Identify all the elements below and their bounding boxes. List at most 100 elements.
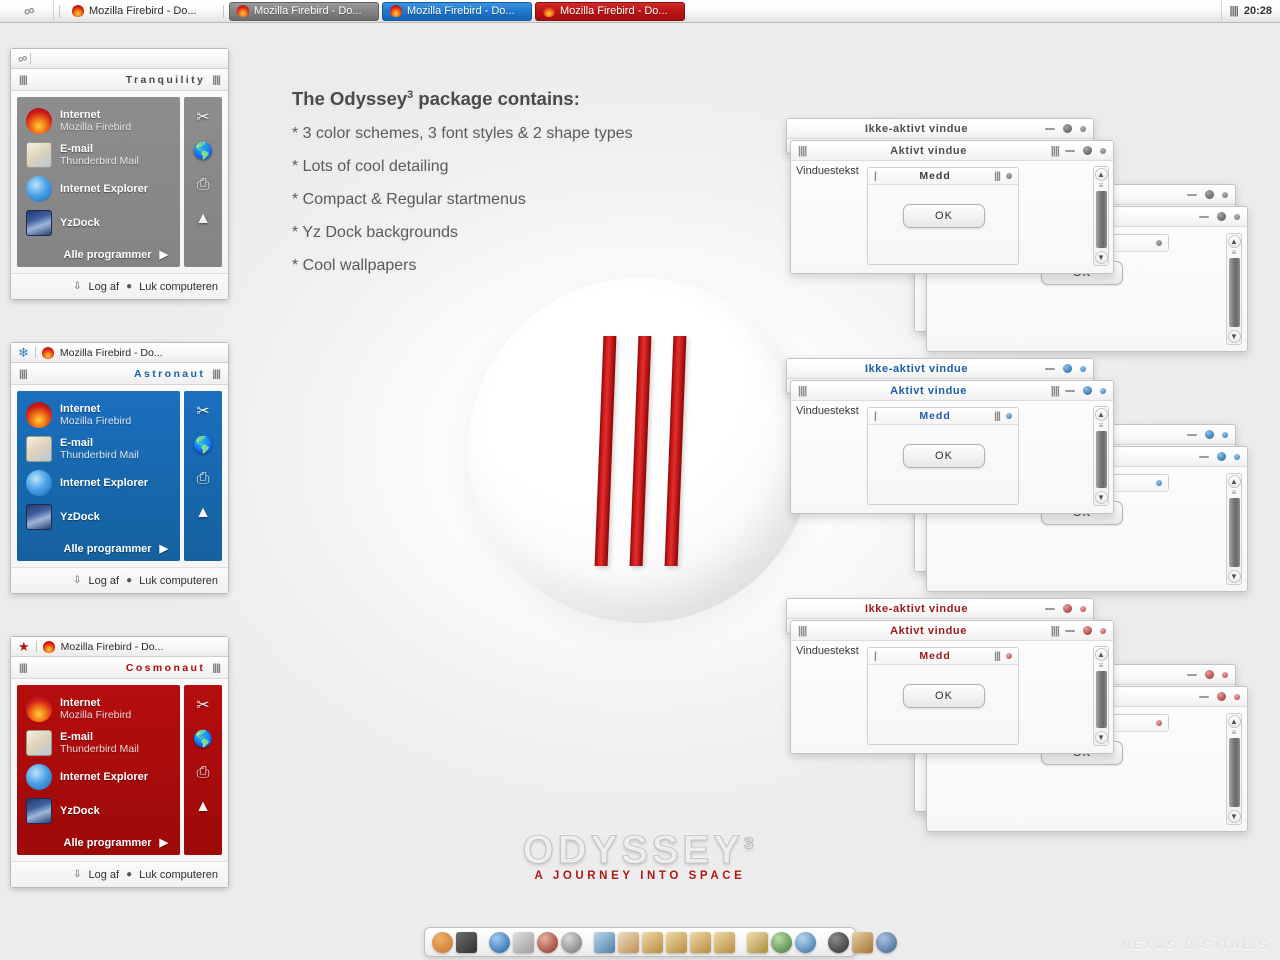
- startmenu-item-ie[interactable]: Internet Explorer: [23, 467, 174, 499]
- smiley-icon[interactable]: [561, 931, 582, 953]
- close-icon[interactable]: [1222, 431, 1228, 438]
- scroll-down-icon[interactable]: ▼: [1227, 330, 1241, 343]
- startmenu-astronaut[interactable]: ❄ Mozilla Firebird - Do... |||| Astronau…: [10, 342, 229, 594]
- media-icon[interactable]: [771, 931, 792, 953]
- inner-dialog-titlebar[interactable]: | Medd |||: [868, 408, 1018, 425]
- font-icon[interactable]: [537, 931, 558, 953]
- minimize-icon[interactable]: [1045, 607, 1055, 610]
- scrollbar[interactable]: ▲ ≡ ▼: [1093, 166, 1109, 266]
- scroll-down-icon[interactable]: ▼: [1094, 731, 1108, 744]
- startmenu-item-ie[interactable]: Internet Explorer: [23, 761, 174, 793]
- startmenu-item-yzdock[interactable]: YzDock: [23, 207, 174, 239]
- scroll-down-icon[interactable]: ▼: [1227, 570, 1241, 583]
- scroll-up-icon[interactable]: ▲: [1094, 408, 1108, 421]
- startmenu-item-ie[interactable]: Internet Explorer: [23, 173, 174, 205]
- minimize-icon[interactable]: [1065, 629, 1075, 632]
- scrollbar-back[interactable]: ▲ ≡ ▼: [1226, 473, 1242, 585]
- scroll-up-icon[interactable]: ▲: [1227, 715, 1241, 728]
- close-icon[interactable]: [1100, 147, 1106, 154]
- printer-icon[interactable]: ⎙: [191, 468, 215, 490]
- maximize-icon[interactable]: [1083, 146, 1092, 155]
- maximize-icon[interactable]: [1063, 604, 1072, 613]
- folder-icon[interactable]: [642, 931, 663, 953]
- logoff-button[interactable]: Log af: [88, 281, 119, 293]
- photo-icon[interactable]: [852, 931, 873, 953]
- minimize-icon[interactable]: [1187, 673, 1197, 676]
- close-icon[interactable]: [1080, 125, 1086, 132]
- maximize-icon[interactable]: [1217, 212, 1226, 221]
- eject-icon[interactable]: ▲: [191, 502, 215, 524]
- world-icon[interactable]: [876, 931, 897, 953]
- window-titlebar-active[interactable]: |||| Aktivt vindue ||||: [791, 141, 1113, 161]
- minimize-icon[interactable]: [1187, 433, 1197, 436]
- scroll-up-icon[interactable]: ▲: [1227, 235, 1241, 248]
- all-programs-button[interactable]: Alle programmer ▶: [23, 542, 174, 556]
- close-icon[interactable]: [1222, 191, 1228, 198]
- maximize-icon[interactable]: [1063, 124, 1072, 133]
- window-active[interactable]: |||| Aktivt vindue |||| Vinduestekst | M…: [790, 380, 1114, 514]
- scroll-thumb[interactable]: [1228, 498, 1240, 567]
- close-icon[interactable]: [1156, 720, 1162, 726]
- browser-icon[interactable]: [432, 931, 453, 953]
- minimize-icon[interactable]: [1199, 695, 1209, 698]
- logoff-button[interactable]: Log af: [88, 575, 119, 587]
- inner-dialog-titlebar[interactable]: | Medd |||: [868, 168, 1018, 185]
- scroll-down-icon[interactable]: ▼: [1094, 491, 1108, 504]
- minimize-icon[interactable]: [1065, 389, 1075, 392]
- window-titlebar-inactive[interactable]: Ikke-aktivt vindue: [787, 119, 1093, 139]
- taskbar-item-3[interactable]: Mozilla Firebird - Do...: [382, 1, 532, 21]
- maximize-icon[interactable]: [1083, 386, 1092, 395]
- scroll-thumb[interactable]: [1228, 258, 1240, 327]
- ok-button[interactable]: OK: [903, 444, 985, 468]
- tools-icon[interactable]: ✂: [191, 694, 215, 716]
- close-icon[interactable]: [1156, 240, 1162, 246]
- window-titlebar-inactive[interactable]: Ikke-aktivt vindue: [787, 599, 1093, 619]
- startmenu-item-email[interactable]: E-mail Thunderbird Mail: [23, 433, 174, 465]
- close-icon[interactable]: [1006, 413, 1012, 419]
- scroll-down-icon[interactable]: ▼: [1094, 251, 1108, 264]
- close-icon[interactable]: [1100, 387, 1106, 394]
- scroll-thumb[interactable]: [1228, 738, 1240, 807]
- scroll-up-icon[interactable]: ▲: [1094, 648, 1108, 661]
- startmenu-item-internet[interactable]: Internet Mozilla Firebird: [23, 693, 174, 725]
- notebook-icon[interactable]: [456, 931, 477, 953]
- maximize-icon[interactable]: [1205, 430, 1214, 439]
- close-icon[interactable]: [1006, 653, 1012, 659]
- minimize-icon[interactable]: [1065, 149, 1075, 152]
- scroll-thumb[interactable]: [1095, 431, 1107, 488]
- scrollbar[interactable]: ▲ ≡ ▼: [1093, 406, 1109, 506]
- start-button[interactable]: ∞: [2, 0, 54, 22]
- yzdock[interactable]: [424, 927, 897, 957]
- maximize-icon[interactable]: [1217, 692, 1226, 701]
- scroll-up-icon[interactable]: ▲: [1227, 475, 1241, 488]
- taskbar-item-1[interactable]: Mozilla Firebird - Do...: [65, 2, 215, 21]
- close-icon[interactable]: [1100, 627, 1106, 634]
- shutdown-button[interactable]: Luk computeren: [139, 281, 218, 293]
- window-titlebar-inactive[interactable]: Ikke-aktivt vindue: [787, 359, 1093, 379]
- scroll-thumb[interactable]: [1095, 671, 1107, 728]
- eject-icon[interactable]: ▲: [191, 208, 215, 230]
- startmenu-item-yzdock[interactable]: YzDock: [23, 795, 174, 827]
- pen-icon[interactable]: [489, 931, 510, 953]
- startmenu-item-email[interactable]: E-mail Thunderbird Mail: [23, 139, 174, 171]
- shutdown-button[interactable]: Luk computeren: [139, 575, 218, 587]
- maximize-icon[interactable]: [1205, 190, 1214, 199]
- scroll-up-icon[interactable]: ▲: [1094, 168, 1108, 181]
- ok-button[interactable]: OK: [903, 204, 985, 228]
- globe-icon[interactable]: 🌎: [191, 728, 215, 750]
- close-icon[interactable]: [1222, 671, 1228, 678]
- scroll-down-icon[interactable]: ▼: [1227, 810, 1241, 823]
- taskbar-item-4[interactable]: Mozilla Firebird - Do...: [535, 1, 685, 21]
- close-icon[interactable]: [1234, 213, 1240, 220]
- minimize-icon[interactable]: [1187, 193, 1197, 196]
- close-icon[interactable]: [1080, 365, 1086, 372]
- inner-dialog-titlebar[interactable]: | Medd |||: [868, 648, 1018, 665]
- globe2-icon[interactable]: [795, 931, 816, 953]
- scrollbar-back[interactable]: ▲ ≡ ▼: [1226, 713, 1242, 825]
- maximize-icon[interactable]: [1205, 670, 1214, 679]
- inner-dialog[interactable]: | Medd ||| OK: [867, 647, 1019, 745]
- close-icon[interactable]: [1080, 605, 1086, 612]
- system-clock[interactable]: |||| 20:28: [1220, 0, 1280, 22]
- all-programs-button[interactable]: Alle programmer ▶: [23, 248, 174, 262]
- close-icon[interactable]: [1156, 480, 1162, 486]
